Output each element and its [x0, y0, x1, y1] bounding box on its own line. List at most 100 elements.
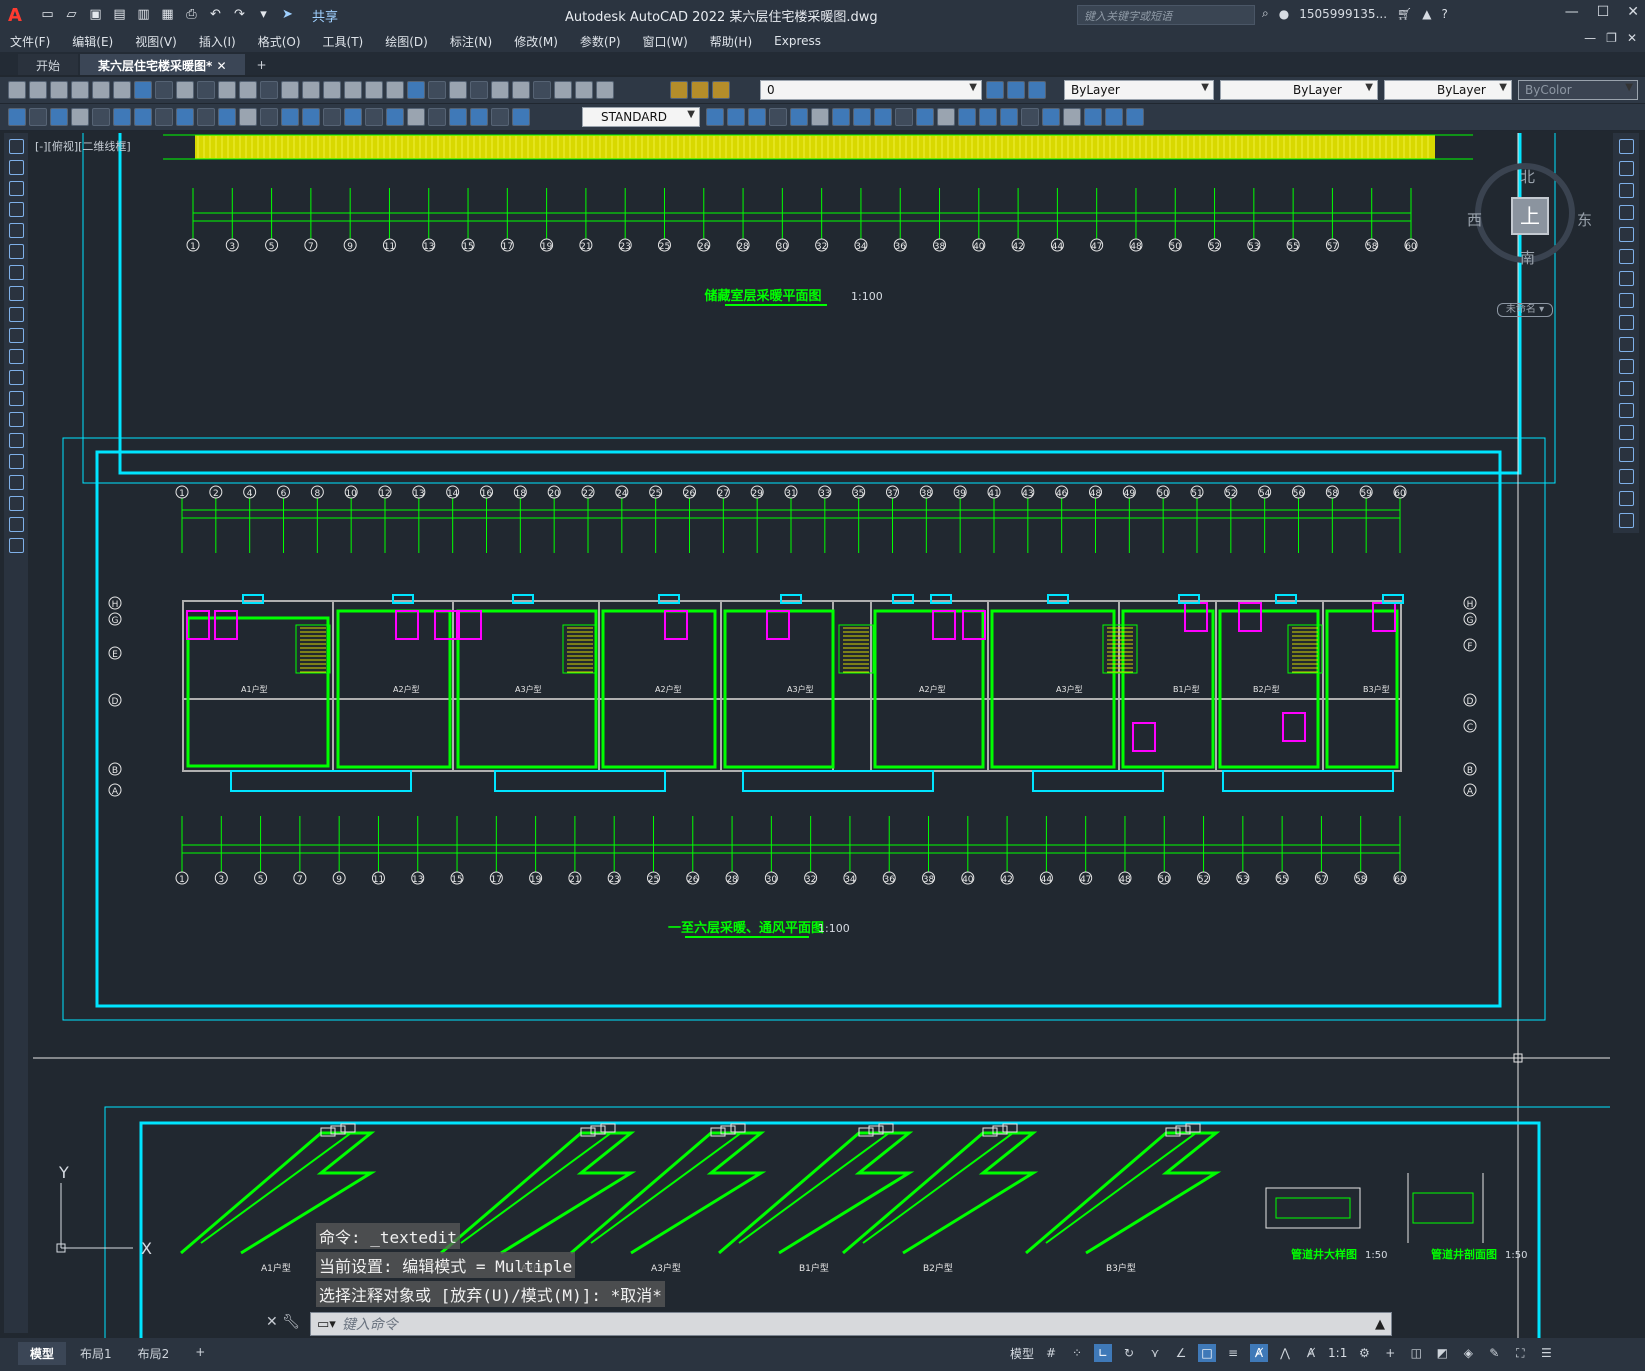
menu-item[interactable]: 编辑(E) [72, 33, 113, 50]
toolbar-tool-icon[interactable] [874, 108, 892, 126]
toolbar-tool-icon[interactable] [470, 81, 488, 99]
annotation-visibility-icon[interactable]: Ⱥ [1250, 1344, 1269, 1362]
add-layout-icon[interactable]: + [183, 1342, 217, 1365]
help-icon[interactable]: ? [1441, 7, 1447, 21]
side-tool-icon[interactable] [8, 202, 24, 217]
auto-scale-icon[interactable]: ⋀ [1276, 1344, 1294, 1362]
toolbar-tool-icon[interactable] [811, 108, 829, 126]
toolbar-tool-icon[interactable] [71, 81, 89, 99]
side-tool-icon[interactable] [8, 160, 24, 175]
toolbar-tool-icon[interactable] [344, 81, 362, 99]
toolbar-tool-icon[interactable] [176, 81, 194, 99]
previous-layer-icon[interactable] [1028, 81, 1046, 99]
doc-minimize-icon[interactable]: — [1584, 31, 1596, 45]
side-tool-icon[interactable] [8, 328, 24, 343]
toolbar-tool-icon[interactable] [727, 108, 745, 126]
autocad-logo[interactable]: A [0, 0, 30, 30]
toolbar-tool-icon[interactable] [113, 81, 131, 99]
toolbar-tool-icon[interactable] [1126, 108, 1144, 126]
toolbar-tool-icon[interactable] [155, 81, 173, 99]
toolbar-tool-icon[interactable] [449, 81, 467, 99]
toolbar-tool-icon[interactable] [470, 108, 488, 126]
toolbar-tool-icon[interactable] [554, 81, 572, 99]
object-snap-tracking-icon[interactable]: ∠ [1172, 1344, 1190, 1362]
save-as-icon[interactable]: ▤ [110, 6, 129, 24]
toolbar-tool-icon[interactable] [790, 108, 808, 126]
command-close-icon[interactable]: ✕ 🔧︎ [266, 1314, 300, 1330]
side-tool-icon[interactable] [8, 433, 24, 448]
toolbar-tool-icon[interactable] [596, 81, 614, 99]
side-tool-icon[interactable] [1618, 491, 1634, 506]
layer-lock-icon[interactable] [712, 81, 730, 99]
user-icon[interactable]: ● [1279, 7, 1289, 21]
toolbar-tool-icon[interactable] [533, 81, 551, 99]
side-tool-icon[interactable] [8, 475, 24, 490]
share-button[interactable]: 共享 [312, 6, 338, 25]
search-icon[interactable]: ⌕ [1262, 6, 1269, 21]
viewcube-top-face[interactable]: 上 [1511, 197, 1549, 235]
toolbar-tool-icon[interactable] [239, 108, 257, 126]
toolbar-tool-icon[interactable] [916, 108, 934, 126]
open-icon[interactable]: ▱ [62, 6, 81, 24]
lineweight-icon[interactable]: ≡ [1224, 1344, 1242, 1362]
side-tool-icon[interactable] [1618, 161, 1634, 176]
ucs-menu[interactable]: 未命名 ▾ [1497, 303, 1553, 317]
toolbar-tool-icon[interactable] [239, 81, 257, 99]
lineweight-dropdown[interactable]: ByLayer ▼ [1384, 80, 1512, 100]
print-icon[interactable]: ⎙ [182, 6, 201, 24]
viewcube-east[interactable]: 东 [1577, 209, 1592, 230]
side-tool-icon[interactable] [8, 370, 24, 385]
side-tool-icon[interactable] [8, 286, 24, 301]
toolbar-tool-icon[interactable] [958, 108, 976, 126]
snap-icon[interactable]: ⁘ [1068, 1344, 1086, 1362]
isolate-objects-icon[interactable]: ✎ [1485, 1344, 1503, 1362]
toolbar-tool-icon[interactable] [365, 81, 383, 99]
side-tool-icon[interactable] [1618, 183, 1634, 198]
toolbar-tool-icon[interactable] [748, 108, 766, 126]
toolbar-tool-icon[interactable] [302, 108, 320, 126]
isodraft-icon[interactable]: ⋎ [1146, 1344, 1164, 1362]
toolbar-tool-icon[interactable] [260, 108, 278, 126]
side-tool-icon[interactable] [8, 349, 24, 364]
customize-qat-icon[interactable]: ▾ [254, 6, 273, 24]
minimize-icon[interactable]: — [1565, 4, 1579, 20]
doc-restore-icon[interactable]: ❐ [1606, 31, 1617, 45]
command-input[interactable]: 键入命令 [342, 1314, 1369, 1334]
menu-item[interactable]: 绘图(D) [385, 33, 428, 50]
menu-item[interactable]: 插入(I) [199, 33, 236, 50]
side-tool-icon[interactable] [1618, 293, 1634, 308]
autodesk-app-icon[interactable]: ▲ [1422, 7, 1431, 21]
side-tool-icon[interactable] [1618, 359, 1634, 374]
publish-icon[interactable]: ▥ [134, 6, 153, 24]
side-tool-icon[interactable] [8, 307, 24, 322]
toolbar-tool-icon[interactable] [428, 108, 446, 126]
side-tool-icon[interactable] [8, 223, 24, 238]
toolbar-tool-icon[interactable] [386, 81, 404, 99]
clean-screen-icon[interactable]: ⛶ [1511, 1344, 1529, 1362]
annotation-monitor-icon[interactable]: + [1381, 1344, 1399, 1362]
viewport-controls[interactable]: [-][俯视][二维线框] [35, 138, 131, 154]
side-tool-icon[interactable] [8, 412, 24, 427]
side-tool-icon[interactable] [8, 496, 24, 511]
export-icon[interactable]: ▦ [158, 6, 177, 24]
viewcube-south[interactable]: 南 [1520, 247, 1535, 268]
workspace-gear-icon[interactable]: ⚙ [1355, 1344, 1373, 1362]
viewcube-west[interactable]: 西 [1467, 209, 1482, 230]
viewcube[interactable]: 上 北 南 东 西 [1467, 163, 1592, 267]
side-tool-icon[interactable] [1618, 381, 1634, 396]
layer-dropdown[interactable]: 0 ▼ [760, 80, 982, 100]
toolbar-tool-icon[interactable] [1000, 108, 1018, 126]
toolbar-tool-icon[interactable] [218, 81, 236, 99]
toolbar-tool-icon[interactable] [407, 81, 425, 99]
close-icon[interactable]: ✕ [1627, 4, 1639, 20]
toolbar-tool-icon[interactable] [113, 108, 131, 126]
toolbar-tool-icon[interactable] [323, 108, 341, 126]
menu-item[interactable]: 文件(F) [10, 33, 50, 50]
share-icon[interactable]: ➤ [278, 6, 297, 24]
toolbar-tool-icon[interactable] [386, 108, 404, 126]
tab-drawing[interactable]: 某六层住宅楼采暖图* ✕ [80, 54, 245, 75]
toolbar-tool-icon[interactable] [512, 81, 530, 99]
toolbar-tool-icon[interactable] [365, 108, 383, 126]
drawing-canvas[interactable]: 1 3 5 7 9 11 13 15 17 19 21 23 25 26 28 30 32 34 36 38 40 42 4… [33, 133, 1610, 1338]
toolbar-tool-icon[interactable] [8, 108, 26, 126]
